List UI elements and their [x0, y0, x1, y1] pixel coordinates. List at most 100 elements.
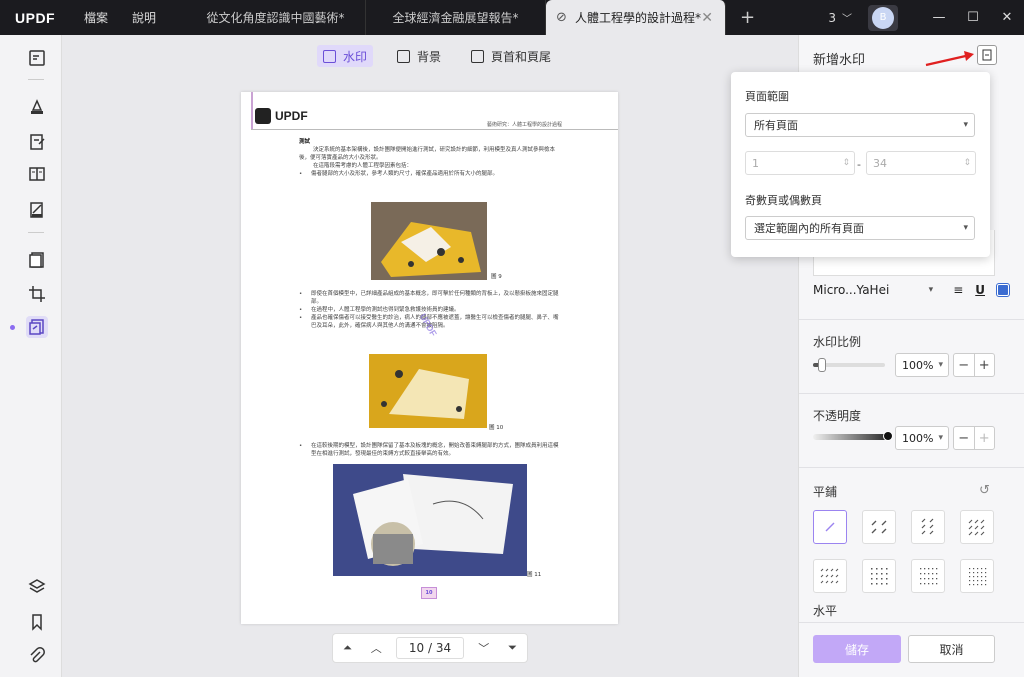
pdf-page[interactable]: UPDF 藝術研究：人體工程學的設計過程 測試 決定系統的基本架構後，設計團隊便… [241, 92, 618, 624]
watermark-tool-icon[interactable] [26, 316, 48, 338]
next-page-icon[interactable]: ﹀ [475, 640, 493, 656]
scale-percent-select[interactable]: 100% [895, 353, 949, 377]
scale-slider[interactable] [813, 358, 885, 372]
tile-option-12[interactable] [813, 559, 847, 593]
underline-icon[interactable]: U [975, 283, 985, 297]
layers-icon[interactable] [26, 576, 48, 598]
reset-icon[interactable]: ↺ [979, 483, 990, 498]
page-navigator: ⏶ ︿ 10 / 34 ﹀ ⏷ [332, 633, 528, 663]
close-window-icon[interactable]: ✕ [990, 10, 1024, 25]
tile-option-9[interactable] [960, 510, 994, 544]
menu-help[interactable]: 說明 [132, 9, 156, 26]
opacity-slider[interactable] [813, 431, 893, 441]
prev-page-icon[interactable]: ︿ [367, 640, 385, 656]
increase-icon[interactable]: + [975, 354, 995, 376]
decrease-icon[interactable]: − [954, 354, 975, 376]
tile-option-1[interactable] [813, 510, 847, 544]
tab-count[interactable]: 3 [828, 11, 836, 25]
left-toolbar [0, 35, 62, 677]
divider [799, 467, 1024, 468]
edit-text-icon[interactable] [26, 131, 48, 153]
title-bar: UPDF 檔案 說明 從文化角度認識中國藝術* 全球經濟金融展望報告* ⊘ 人體… [0, 0, 1024, 35]
reader-icon[interactable] [26, 47, 48, 69]
form-icon[interactable] [26, 163, 48, 185]
tab-background[interactable]: 背景 [391, 45, 447, 67]
figure-caption: 圖 9 [491, 274, 502, 280]
divider [28, 232, 44, 233]
maximize-icon[interactable]: ☐ [956, 10, 990, 25]
scale-slider-handle[interactable] [817, 358, 826, 372]
bookmark-icon[interactable] [26, 611, 48, 633]
total-pages: 34 [435, 641, 452, 655]
opacity-label: 不透明度 [813, 409, 862, 423]
opacity-stepper: − + [953, 426, 995, 450]
odd-even-select[interactable]: 選定範圍內的所有頁面 [745, 216, 975, 240]
range-from-input[interactable]: 1 [745, 151, 855, 175]
font-family-select[interactable]: Micro...YaHei [813, 283, 929, 297]
chevron-down-icon[interactable]: ﹀ [842, 10, 852, 25]
figure-10-image [369, 354, 487, 428]
menu-file[interactable]: 檔案 [84, 9, 108, 26]
add-file-watermark-button[interactable] [977, 45, 997, 65]
background-icon [397, 49, 411, 63]
close-tab-icon[interactable]: ✕ [701, 10, 713, 26]
annotation-arrow-icon [925, 51, 974, 67]
tab-ergonomics[interactable]: ⊘ 人體工程學的設計過程* ✕ [546, 0, 727, 35]
page-range-label: 頁面範圍 [745, 90, 789, 103]
first-page-icon[interactable]: ⏶ [338, 641, 356, 655]
tab-header-footer[interactable]: 頁首和頁尾 [465, 45, 557, 67]
tile-option-4[interactable] [862, 510, 896, 544]
save-button[interactable]: 儲存 [813, 635, 901, 663]
cancel-button[interactable]: 取消 [908, 635, 995, 663]
figure-caption: 圖 10 [489, 425, 504, 431]
tile-option-16[interactable] [862, 559, 896, 593]
tile-option-6[interactable] [911, 510, 945, 544]
font-color-swatch[interactable] [996, 283, 1010, 297]
range-to-input[interactable]: 34 [866, 151, 976, 175]
increase-icon[interactable]: + [975, 427, 995, 449]
app-logo: UPDF [15, 9, 56, 26]
page-range-popover: 頁面範圍 所有頁面 1 - 34 奇數頁或偶數頁 選定範圍內的所有頁面 [731, 72, 990, 257]
tile-option-25[interactable] [960, 559, 994, 593]
tab-watermark[interactable]: 水印 [317, 45, 374, 67]
updf-logo-icon [255, 108, 271, 124]
tab-label: 全球經濟金融展望報告* [392, 11, 519, 25]
page-number-field[interactable]: 10 / 34 [395, 637, 464, 659]
tab-chinese-art[interactable]: 從文化角度認識中國藝術* [186, 0, 367, 35]
figure-9-image [371, 202, 487, 280]
paragraph: 在這階段需考慮的人體工程學因素包括： [313, 163, 413, 169]
figure-11-image [333, 464, 527, 576]
divider [799, 393, 1024, 394]
page-header-text: 藝術研究：人體工程學的設計過程 [486, 122, 562, 128]
chevron-down-icon[interactable]: ▾ [929, 285, 934, 295]
opacity-percent-select[interactable]: 100% [895, 426, 949, 450]
highlighter-icon[interactable] [26, 96, 48, 118]
organize-pages-icon[interactable] [26, 249, 48, 271]
tab-label: 頁首和頁尾 [491, 49, 552, 64]
list-item: 在過程中，人體工程學的測試也得到緊急救護技術員的建議。 [299, 306, 561, 314]
account-button[interactable]: B [868, 4, 898, 31]
add-tab-icon[interactable]: + [740, 7, 755, 28]
tab-label: 人體工程學的設計過程* [574, 11, 701, 25]
decrease-icon[interactable]: − [954, 427, 975, 449]
window-controls: 3 ﹀ B — ☐ ✕ [828, 0, 1024, 35]
panel-title: 新增水印 [813, 53, 866, 68]
tab-global-economy[interactable]: 全球經濟金融展望報告* [366, 0, 547, 35]
last-page-icon[interactable]: ⏷ [504, 641, 522, 655]
page-number-badge: 10 [421, 587, 437, 599]
opacity-slider-handle[interactable] [883, 431, 893, 441]
sign-icon[interactable] [26, 199, 48, 221]
scale-label: 水印比例 [813, 335, 862, 349]
minimize-icon[interactable]: — [922, 10, 956, 25]
current-page: 10 [408, 641, 425, 655]
attachment-icon[interactable] [26, 645, 48, 667]
tile-option-20[interactable] [911, 559, 945, 593]
divider [799, 319, 1024, 320]
scale-stepper: − + [953, 353, 995, 377]
align-left-icon[interactable]: ≡ [953, 283, 963, 297]
crop-icon[interactable] [26, 283, 48, 305]
text-block-1: 測試 決定系統的基本架構後，設計團隊便開始進行測試，研究設計的細節，利用模型及真… [299, 138, 561, 178]
header-footer-icon [471, 49, 485, 63]
document-tabs: 從文化角度認識中國藝術* 全球經濟金融展望報告* ⊘ 人體工程學的設計過程* ✕ [186, 0, 727, 35]
page-range-select[interactable]: 所有頁面 [745, 113, 975, 137]
